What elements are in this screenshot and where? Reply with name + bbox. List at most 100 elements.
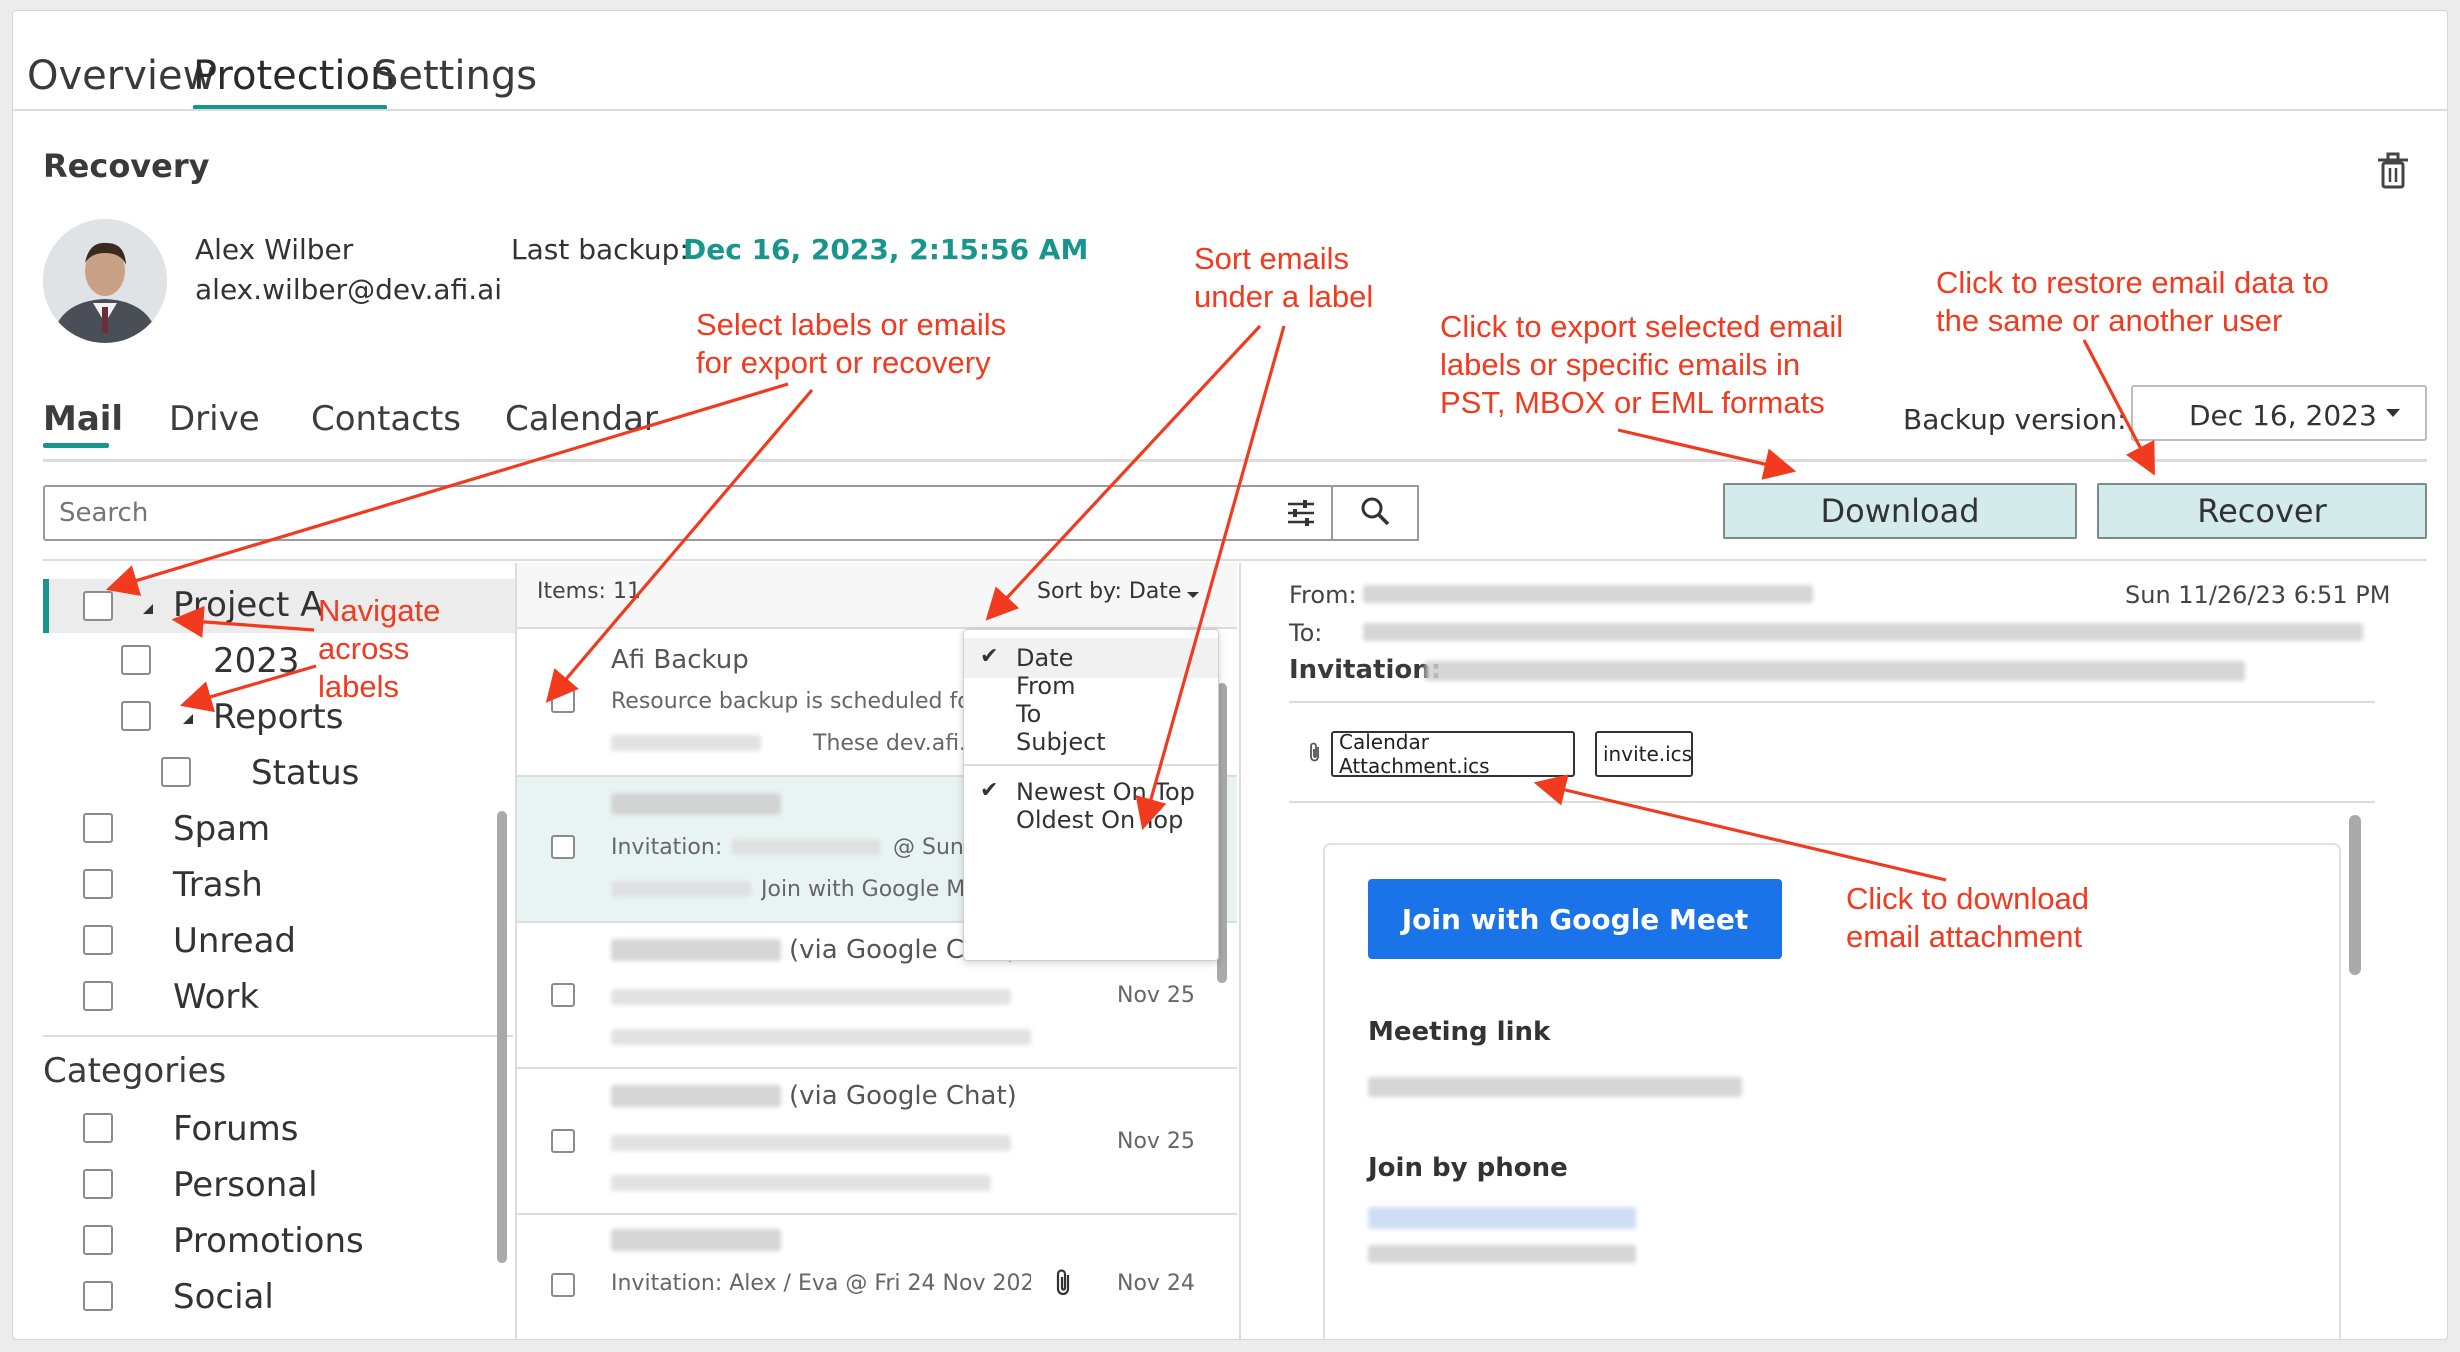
redacted-phone [1368, 1207, 1636, 1229]
message-subject-date: @ Sun 26 [893, 835, 973, 860]
avatar [43, 219, 167, 343]
label-forums[interactable]: Forums [173, 1109, 299, 1149]
sort-option-subject[interactable]: Subject [1016, 728, 1106, 756]
message-date: Nov 25 [1117, 983, 1195, 1008]
list-divider-vertical [1239, 563, 1241, 1339]
annotation-download-attachment: Click to download email attachment [1846, 881, 2089, 954]
redacted-text [731, 839, 881, 855]
tab-settings[interactable]: Settings [373, 53, 537, 99]
list-item[interactable]: (via Google Chat) Nov 25 [517, 1069, 1237, 1213]
label-2023[interactable]: 2023 [213, 641, 300, 681]
label-promotions[interactable]: Promotions [173, 1221, 364, 1261]
collapse-caret-icon[interactable] [141, 601, 155, 620]
checkbox-promotions[interactable] [83, 1225, 113, 1255]
attachments-divider [1289, 801, 2375, 803]
message-checkbox[interactable] [551, 689, 575, 713]
attachment-calendar-ics[interactable]: Calendar Attachment.ics [1331, 730, 1575, 778]
checkbox-project-a[interactable] [83, 591, 113, 621]
label-project-a[interactable]: Project A [173, 585, 323, 625]
dropdown-divider [964, 764, 1218, 766]
redacted-sender [611, 793, 781, 815]
redacted-pin [1368, 1245, 1636, 1263]
recovery-title: Recovery [43, 147, 210, 185]
download-button[interactable]: Download [1723, 483, 2077, 539]
list-item[interactable]: Invitation: Alex / Eva @ Fri 24 Nov 202.… [517, 1215, 1237, 1339]
search-button[interactable] [1331, 485, 1419, 541]
tab-overview[interactable]: Overview [27, 53, 215, 99]
sort-option-oldest[interactable]: Oldest On Top [1016, 806, 1183, 834]
checkbox-personal[interactable] [83, 1169, 113, 1199]
backup-version-value: Dec 16, 2023 [2189, 399, 2377, 432]
subtab-calendar[interactable]: Calendar [505, 399, 658, 439]
label-unread[interactable]: Unread [173, 921, 296, 961]
redacted-text [611, 1175, 991, 1191]
checkbox-social[interactable] [83, 1281, 113, 1311]
checkbox-unread[interactable] [83, 925, 113, 955]
label-personal[interactable]: Personal [173, 1165, 318, 1205]
subtab-mail[interactable]: Mail [43, 399, 123, 439]
sort-option-to[interactable]: To [1016, 700, 1041, 728]
label-work[interactable]: Work [173, 977, 259, 1017]
label-status[interactable]: Status [251, 753, 359, 793]
checkbox-2023[interactable] [121, 645, 151, 675]
message-subject: Invitation: Alex / Eva @ Fri 24 Nov 202.… [611, 1271, 1031, 1296]
message-checkbox[interactable] [551, 1273, 575, 1297]
collapse-caret-icon[interactable] [181, 711, 195, 730]
checkmark-icon: ✔ [980, 778, 999, 803]
selected-option-bg [964, 638, 1218, 678]
label-social[interactable]: Social [173, 1277, 274, 1317]
tabs-divider [13, 109, 2447, 111]
search-box[interactable] [43, 485, 1333, 541]
message-checkbox[interactable] [551, 1129, 575, 1153]
subtab-drive[interactable]: Drive [169, 399, 260, 439]
filter-sliders-icon[interactable] [1285, 497, 1317, 533]
sort-option-from[interactable]: From [1016, 672, 1075, 700]
message-preview: These dev.afi.a [813, 731, 967, 756]
trash-icon[interactable] [2375, 151, 2411, 195]
tree-scrollbar[interactable] [497, 811, 507, 1263]
join-by-phone-label: Join by phone [1368, 1153, 1568, 1183]
checkbox-reports[interactable] [121, 701, 151, 731]
preview-scrollbar[interactable] [2349, 815, 2361, 975]
user-email: alex.wilber@dev.afi.ai [195, 273, 503, 306]
checkbox-spam[interactable] [83, 813, 113, 843]
message-checkbox[interactable] [551, 983, 575, 1007]
annotation-navigate: Navigate across labels [318, 593, 441, 704]
label-spam[interactable]: Spam [173, 809, 270, 849]
message-preview: Join with Google Me [761, 877, 967, 902]
redacted-link [1368, 1077, 1742, 1097]
sort-dropdown: ✔ Date From To Subject ✔ Newest On Top O… [963, 629, 1219, 961]
checkbox-forums[interactable] [83, 1113, 113, 1143]
label-trash[interactable]: Trash [173, 865, 263, 905]
subtab-contacts[interactable]: Contacts [311, 399, 461, 439]
search-input[interactable] [59, 495, 1209, 531]
checkbox-work[interactable] [83, 981, 113, 1011]
items-count: Items: 11 [537, 579, 641, 604]
backup-version-select[interactable]: Dec 16, 2023 [2131, 385, 2427, 441]
sort-by-button[interactable]: Sort by: Date [1037, 579, 1181, 604]
paperclip-icon [1053, 1267, 1075, 1303]
join-google-meet-button[interactable]: Join with Google Meet [1368, 879, 1782, 959]
tab-protection[interactable]: Protection [193, 53, 395, 99]
meeting-link-label: Meeting link [1368, 1017, 1551, 1047]
message-date: Sun 11/26/23 6:51 PM [2125, 581, 2391, 609]
annotation-restore: Click to restore email data to the same o… [1936, 265, 2329, 338]
attachment-invite-ics[interactable]: invite.ics [1595, 731, 1693, 777]
message-subject: Invitation: [611, 835, 723, 860]
sort-option-newest[interactable]: Newest On Top [1016, 778, 1195, 806]
checkbox-status[interactable] [161, 757, 191, 787]
sort-option-date[interactable]: Date [1016, 644, 1073, 672]
checkbox-trash[interactable] [83, 869, 113, 899]
redacted-text [611, 989, 1011, 1005]
recover-button[interactable]: Recover [2097, 483, 2427, 539]
subject-label: Invitation: [1289, 655, 1442, 685]
message-checkbox[interactable] [551, 835, 575, 859]
message-sender: (via Google Chat) [789, 1081, 1017, 1111]
redacted-text [611, 735, 761, 751]
caret-down-icon [2383, 403, 2403, 427]
redacted-sender [611, 1085, 781, 1107]
mail-tab-indicator [43, 443, 109, 448]
caret-down-icon[interactable] [1185, 587, 1201, 607]
header-divider [1289, 701, 2375, 703]
redacted-sender [611, 1229, 781, 1251]
